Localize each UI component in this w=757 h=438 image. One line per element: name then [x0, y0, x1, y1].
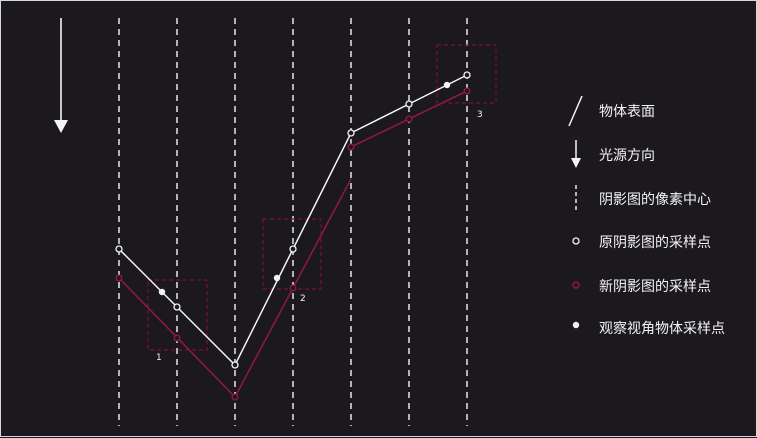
diagram-frame: 1 2 3 物体表面 光源方向 阴影图的像素中心 原阴影图的采样点 新阴影图的采… [0, 0, 757, 437]
new-sample-point [289, 284, 297, 292]
legend: 物体表面 光源方向 阴影图的像素中心 原阴影图的采样点 新阴影图的采样点 观察视… [568, 95, 725, 337]
highlight-box-2 [262, 218, 322, 290]
legend-light-label: 光源方向 [599, 148, 655, 164]
legend-old-sample-label: 原阴影图的采样点 [599, 235, 711, 251]
original-sample-point [115, 245, 123, 253]
ring-red-legend-icon [572, 281, 580, 289]
pixel-center-columns [118, 18, 468, 426]
legend-surface-label: 物体表面 [599, 104, 655, 120]
original-sample-point [463, 71, 471, 79]
ring-white-legend-icon [572, 237, 580, 245]
new-sample-point [463, 87, 471, 95]
arrow-down-icon [571, 140, 581, 168]
new-sample-point [231, 393, 239, 401]
original-sample-point [405, 100, 413, 108]
original-sample-point [347, 129, 355, 137]
light-direction-arrow-icon [54, 18, 68, 133]
dot-white-legend-icon [572, 321, 580, 329]
box-label-2: 2 [300, 294, 306, 304]
view-sample-point [443, 81, 451, 89]
legend-pixel-center-label: 阴影图的像素中心 [599, 192, 711, 208]
original-sample-point [173, 303, 181, 311]
legend-view-sample-label: 观察视角物体采样点 [599, 320, 725, 337]
new-sample-point [115, 274, 123, 282]
original-sample-point [289, 245, 297, 253]
box-label-3: 3 [477, 110, 483, 120]
legend-new-sample-label: 新阴影图的采样点 [599, 279, 711, 295]
view-samples [158, 81, 451, 296]
new-sample-point [347, 143, 355, 151]
shadow-map-diagram: 1 2 3 物体表面 光源方向 阴影图的像素中心 原阴影图的采样点 新阴影图的采… [54, 18, 725, 426]
highlight-boxes [147, 44, 497, 351]
new-sample-point [405, 115, 413, 123]
surface-legend-icon [568, 95, 583, 127]
view-sample-point [158, 288, 166, 296]
box-label-1: 1 [156, 353, 162, 363]
original-sample-point [231, 361, 239, 369]
view-sample-point [273, 274, 281, 282]
new-sample-point [173, 334, 181, 342]
